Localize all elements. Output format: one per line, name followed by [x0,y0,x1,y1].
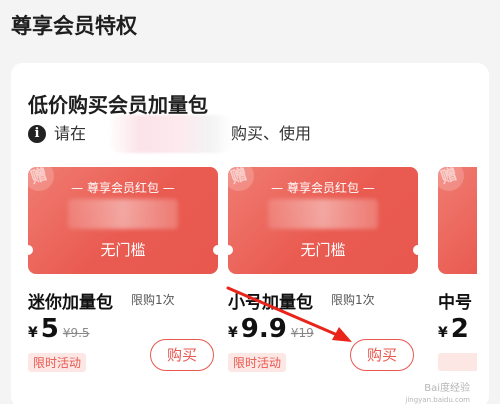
redacted-area [108,115,234,153]
package-name: 迷你加量包 [28,293,113,313]
buy-button[interactable]: 购买 [150,339,214,371]
voucher-card: 赠 — 尊享会员红包 — 无门槛 [28,167,218,274]
voucher-card: 赠 — 尊享会员红包 — 无门槛 [228,167,418,274]
purchase-limit: 限购1次 [131,293,175,307]
currency-symbol: ¥ [28,325,38,341]
package-card: 低价购买会员加量包 i 请在 购买、使用 赠 — 尊享会员红包 — 无门槛 迷你… [11,63,489,404]
voucher-condition: 无门槛 [100,241,146,259]
voucher-condition: 无门槛 [300,241,346,259]
page-title: 尊享会员特权 [11,14,137,38]
notice-prefix: 请在 [54,124,87,143]
package-name: 中号 [438,293,472,313]
notice-suffix: 购买、使用 [231,124,312,143]
promo-tag [438,353,477,371]
current-price: 2 [450,314,469,344]
current-price: 9.9 [240,314,287,344]
package-item-mini: 赠 — 尊享会员红包 — 无门槛 迷你加量包 限购1次 ¥ 5 ¥9.5 限时活… [28,167,218,372]
original-price: ¥19 [290,326,314,340]
voucher-card: 赠 [438,167,477,274]
card-title: 低价购买会员加量包 [28,93,208,117]
voucher-amount-redacted [268,199,378,229]
purchase-notice: i 请在 购买、使用 [28,115,311,153]
currency-symbol: ¥ [228,325,238,341]
package-name: 小号加量包 [228,293,313,313]
promo-tag: 限时活动 [228,353,287,372]
package-item-small: 赠 — 尊享会员红包 — 无门槛 小号加量包 限购1次 ¥ 9.9 ¥19 限时… [228,167,418,372]
voucher-title: — 尊享会员红包 — [271,181,375,195]
price: ¥ 5 ¥9.5 [28,314,90,344]
price: ¥ 9.9 ¥19 [228,314,314,344]
currency-symbol: ¥ [438,325,448,341]
watermark: Bai度经验 [424,383,470,394]
purchase-limit: 限购1次 [331,293,375,307]
gift-stamp-icon: 赠 [438,167,468,195]
watermark-url: jingyan.baidu.com [405,396,470,404]
current-price: 5 [40,314,59,344]
promo-tag: 限时活动 [28,353,87,372]
info-icon: i [28,125,46,143]
voucher-title: — 尊享会员红包 — [71,181,175,195]
voucher-amount-redacted [68,199,178,229]
package-item-medium: 赠 中号 ¥ 2 [438,167,477,371]
price: ¥ 2 [438,314,469,344]
package-list[interactable]: 赠 — 尊享会员红包 — 无门槛 迷你加量包 限购1次 ¥ 5 ¥9.5 限时活… [28,167,477,404]
original-price: ¥9.5 [62,326,90,340]
buy-button[interactable]: 购买 [350,339,414,371]
